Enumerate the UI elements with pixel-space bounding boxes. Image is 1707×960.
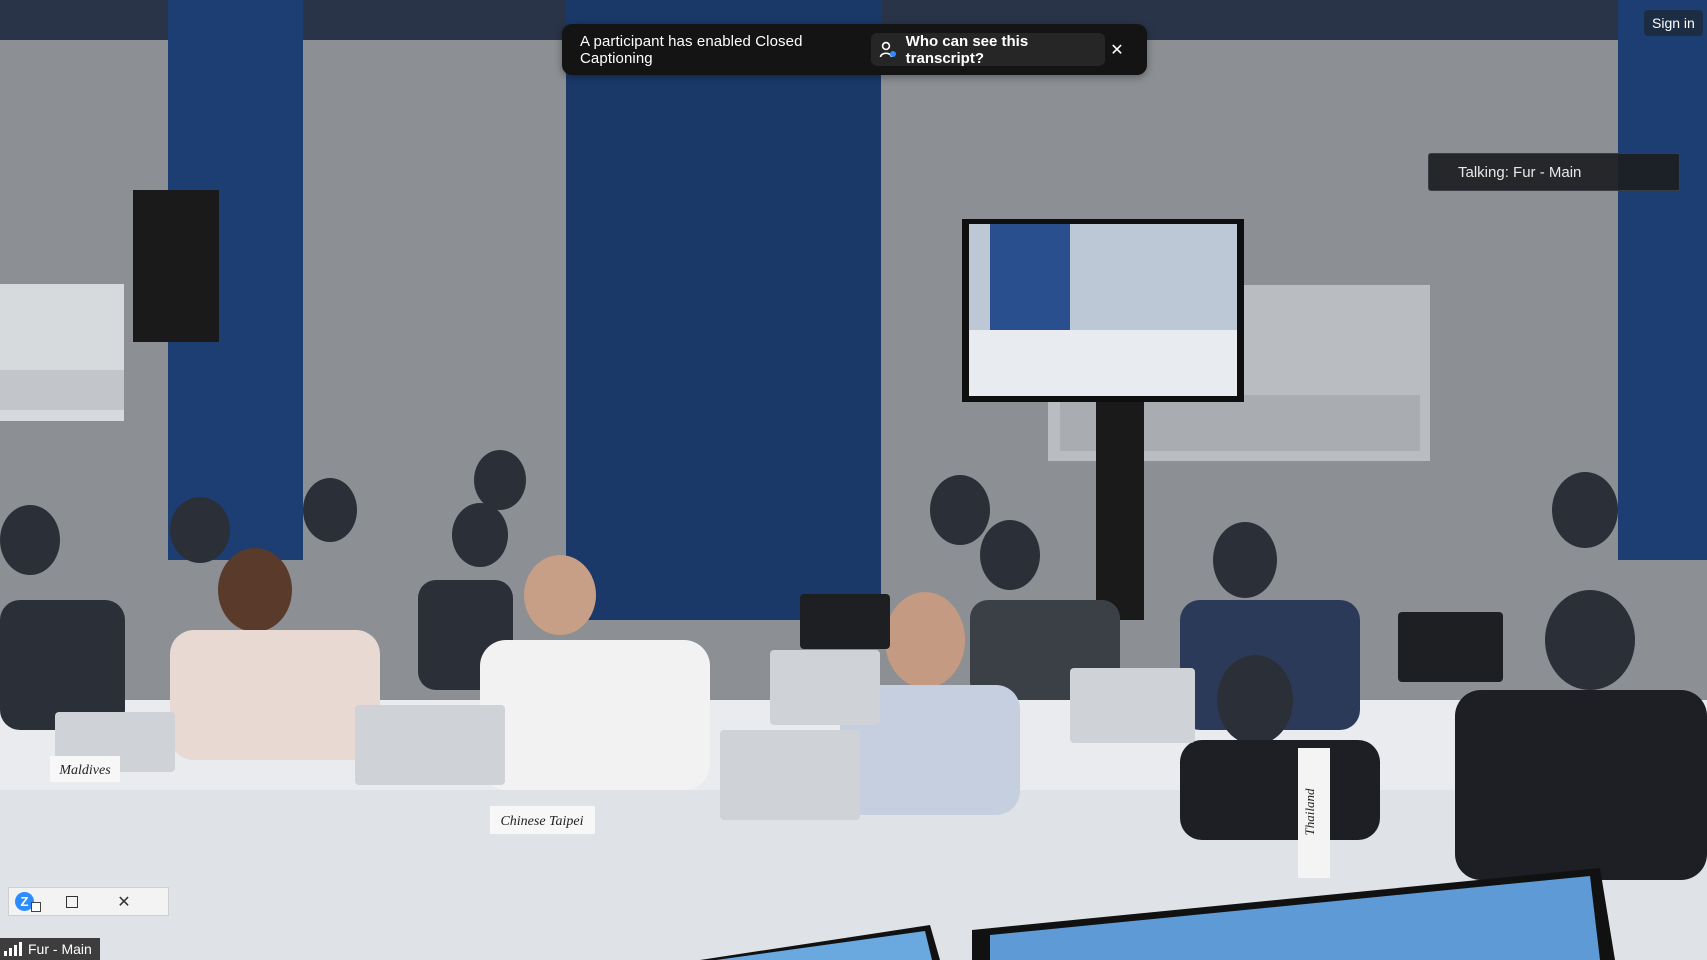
close-icon[interactable]: ✕ (1105, 37, 1129, 63)
maximize-button[interactable] (62, 892, 82, 912)
video-feed: Maldives Chinese Taipei Thailand (0, 0, 1707, 960)
participant-name: Fur - Main (28, 941, 92, 957)
zoom-logo-letter: Z (20, 894, 29, 909)
closed-captioning-message: A participant has enabled Closed Caption… (580, 32, 803, 67)
sign-in-button[interactable]: Sign in (1644, 10, 1703, 36)
zoom-logo-icon[interactable]: Z (15, 892, 41, 912)
participant-name-label: Fur - Main (0, 938, 100, 960)
placard-thailand: Thailand (1302, 788, 1317, 835)
person-icon (879, 41, 897, 59)
who-can-see-transcript-button[interactable]: Who can see this transcript? (870, 32, 1105, 67)
placard-maldives: Maldives (58, 763, 111, 778)
closed-captioning-banner: A participant has enabled Closed Caption… (562, 24, 1147, 75)
placard-chinese-taipei: Chinese Taipei (500, 814, 583, 829)
maximize-icon (66, 895, 78, 908)
active-speaker-indicator: Talking: Fur - Main (1428, 153, 1680, 191)
who-can-see-transcript-label: Who can see this transcript? (905, 32, 1029, 67)
signal-strength-icon (4, 942, 22, 956)
share-badge-icon (31, 902, 41, 912)
meeting-room-scene: Maldives Chinese Taipei Thailand (0, 0, 1707, 960)
mini-window-toolbar: Z ✕ (8, 887, 169, 916)
close-icon: ✕ (117, 893, 131, 911)
close-window-button[interactable]: ✕ (114, 892, 134, 912)
